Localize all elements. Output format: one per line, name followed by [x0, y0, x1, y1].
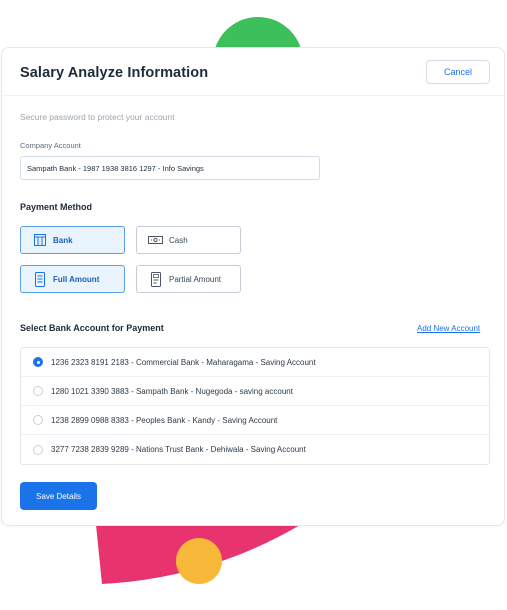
bank-account-text: 1280 1021 3390 3883 - Sampath Bank - Nug… — [51, 386, 293, 396]
bank-account-section-title: Select Bank Account for Payment — [20, 323, 164, 333]
company-account-label: Company Account — [20, 141, 81, 150]
bank-account-option[interactable]: 1236 2323 8191 2183 - Commercial Bank - … — [21, 348, 489, 377]
bank-account-text: 1236 2323 8191 2183 - Commercial Bank - … — [51, 357, 316, 367]
full-amount-button[interactable]: Full Amount — [20, 265, 125, 293]
bank-account-list: 1236 2323 8191 2183 - Commercial Bank - … — [20, 347, 490, 465]
radio-selected[interactable] — [33, 357, 43, 367]
bank-account-text: 3277 7238 2839 9289 - Nations Trust Bank… — [51, 445, 306, 454]
page-title: Salary Analyze Information — [20, 65, 209, 81]
partial-amount-label: Partial Amount — [169, 274, 222, 284]
full-amount-label: Full Amount — [53, 274, 100, 284]
partial-amount-button[interactable]: Partial Amount — [136, 265, 241, 293]
bank-icon — [32, 233, 47, 248]
payment-method-title: Payment Method — [20, 202, 93, 212]
bank-method-button[interactable]: Bank — [20, 226, 125, 254]
bank-method-label: Bank — [53, 235, 73, 245]
cash-method-button[interactable]: Cash — [136, 226, 241, 254]
save-details-button[interactable]: Save Details — [20, 482, 97, 510]
bank-account-text: 1238 2899 0988 8383 - Peoples Bank - Kan… — [51, 415, 278, 425]
bank-account-option[interactable]: 1238 2899 0988 8383 - Peoples Bank - Kan… — [21, 406, 489, 435]
bank-account-option[interactable]: 1280 1021 3390 3883 - Sampath Bank - Nug… — [21, 377, 489, 406]
bank-account-option[interactable]: 3277 7238 2839 9289 - Nations Trust Bank… — [21, 435, 489, 464]
full-amount-icon — [32, 271, 47, 287]
radio-unselected[interactable] — [33, 415, 43, 425]
salary-info-card: Salary Analyze Information Cancel Secure… — [1, 47, 505, 526]
partial-amount-icon — [148, 271, 163, 287]
add-new-account-link[interactable]: Add New Account — [417, 324, 480, 333]
decorative-yellow-circle — [176, 538, 222, 584]
cash-icon — [148, 233, 163, 248]
radio-unselected[interactable] — [33, 444, 43, 455]
cancel-button[interactable]: Cancel — [426, 60, 490, 84]
radio-unselected[interactable] — [33, 386, 43, 396]
cash-method-label: Cash — [169, 235, 188, 245]
company-account-field[interactable] — [20, 156, 320, 180]
subtitle: Secure password to protect your account — [20, 112, 175, 122]
card-header: Salary Analyze Information Cancel — [2, 48, 504, 96]
